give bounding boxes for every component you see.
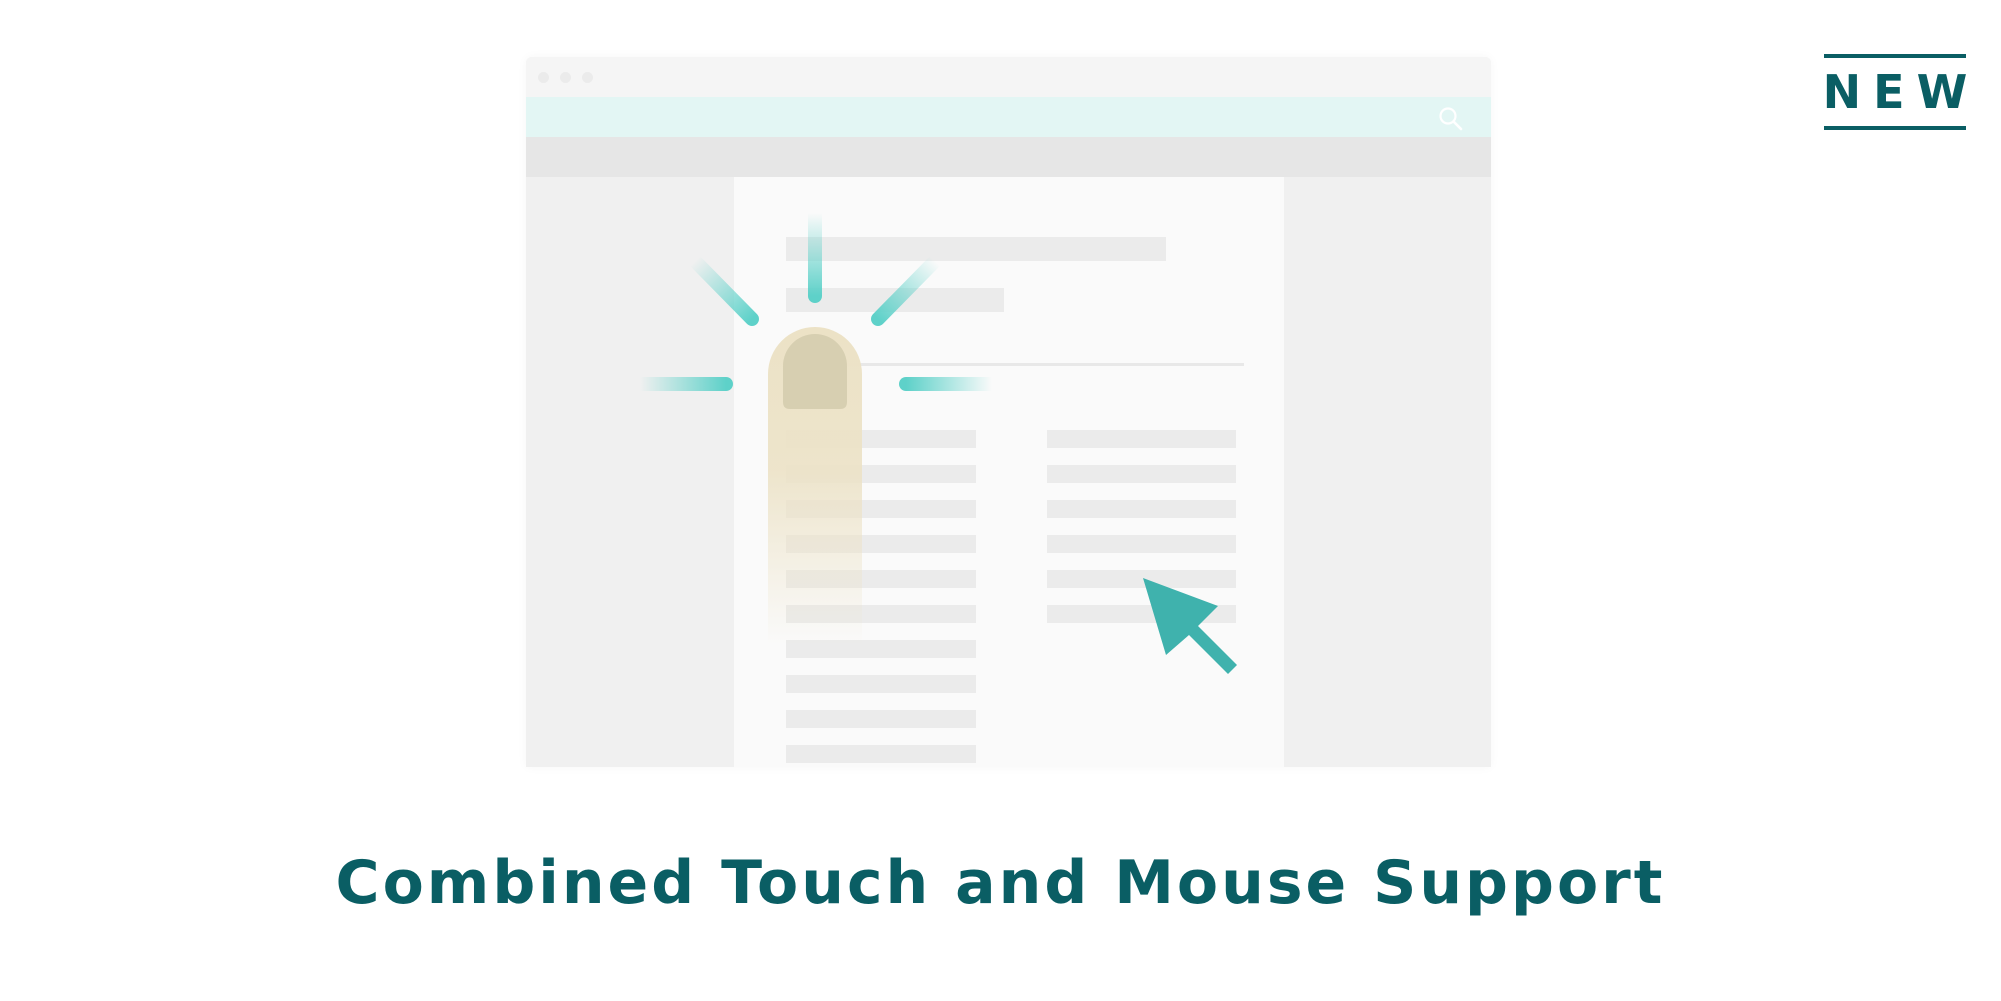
tap-ray-upper-left [688,254,759,326]
new-badge: NEW [1823,54,1967,130]
finger-touch-icon [768,327,862,645]
headline-title: Combined Touch and Mouse Support [335,848,1666,918]
fingernail-shape [783,334,847,409]
mouse-cursor-icon [1143,578,1237,674]
tap-ray-upper-right [871,254,942,326]
